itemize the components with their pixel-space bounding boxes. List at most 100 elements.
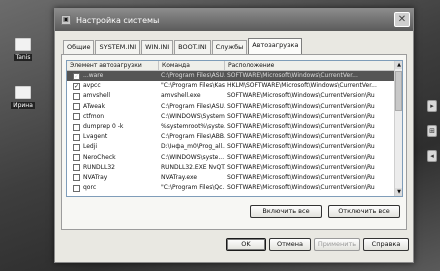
item-name: dumprep 0 -k bbox=[83, 123, 124, 131]
side-gadget-icon[interactable]: ⊞ bbox=[427, 125, 437, 137]
startup-checkbox[interactable]: ✓ bbox=[73, 72, 80, 80]
item-name-cell: NVATray bbox=[67, 173, 159, 183]
item-name: qorc bbox=[83, 184, 97, 192]
list-item[interactable]: Lvagent C:\Program Files\ABB... SOFTWARE\M… bbox=[67, 132, 402, 142]
list-item[interactable]: ATweak C:\Program Files\ASU... SOFTWARE\Mi… bbox=[67, 102, 402, 112]
side-gadget-icon[interactable]: ▸ bbox=[427, 100, 437, 112]
item-location: SOFTWARE\Microsoft\Windows\CurrentVersio… bbox=[227, 173, 375, 181]
item-location: SOFTWARE\Microsoft\Windows\CurrentVersio… bbox=[227, 143, 375, 151]
help-button[interactable]: Справка bbox=[363, 238, 409, 251]
startup-checkbox[interactable] bbox=[73, 164, 80, 172]
item-location: HKLM\SOFTWARE\Microsoft\Windows\CurrentV… bbox=[227, 82, 377, 90]
list-item[interactable]: NVATray NVATray.exe SOFTWARE\Microsoft\Win… bbox=[67, 173, 402, 183]
list-item[interactable]: RUNDLL32 RUNDLL32.EXE NvQT... SOFTWARE\Mic… bbox=[67, 163, 402, 173]
startup-checkbox[interactable] bbox=[73, 143, 80, 151]
item-location: SOFTWARE\Microsoft\Windows\CurrentVersio… bbox=[227, 123, 375, 131]
item-name: Ledji bbox=[83, 143, 98, 151]
tab-strip: Общие SYSTEM.INI WIN.INI BOOT.INI Службы… bbox=[63, 38, 303, 54]
tab-services[interactable]: Службы bbox=[211, 40, 248, 54]
tab-general[interactable]: Общие bbox=[63, 40, 95, 54]
item-name: ...ware bbox=[83, 72, 104, 80]
item-location: SOFTWARE\Microsoft\Windows\CurrentVersio… bbox=[227, 92, 375, 100]
startup-checkbox[interactable] bbox=[73, 154, 80, 162]
folder-icon bbox=[15, 86, 31, 99]
item-command: "C:\Program Files\Qc... bbox=[161, 184, 225, 192]
item-name: ATweak bbox=[83, 102, 106, 110]
window-title: Настройка системы bbox=[76, 15, 160, 25]
tab-system-ini[interactable]: SYSTEM.INI bbox=[95, 40, 141, 54]
list-item[interactable]: qorc "C:\Program Files\Qc... SOFTWARE\Micr… bbox=[67, 183, 402, 193]
tab-startup[interactable]: Автозагрузка bbox=[248, 38, 303, 54]
list-rows: ✓ ...ware C:\Program Files\ASU... SOFTWARE\… bbox=[67, 71, 402, 193]
item-name: Lvagent bbox=[83, 133, 108, 141]
item-command: "C:\Program Files\Kas... bbox=[161, 82, 225, 90]
enable-all-button[interactable]: Включить все bbox=[250, 205, 322, 218]
item-name-cell: ✓ avpcc bbox=[67, 81, 159, 91]
item-name: ctfmon bbox=[83, 112, 105, 120]
scroll-thumb[interactable] bbox=[395, 71, 402, 111]
item-name-cell: NeroCheck bbox=[67, 153, 159, 163]
disable-all-button[interactable]: Отключить все bbox=[328, 205, 400, 218]
tab-win-ini[interactable]: WIN.INI bbox=[141, 40, 174, 54]
item-name-cell: ATweak bbox=[67, 102, 159, 112]
item-command: C:\Program Files\ASU... bbox=[161, 102, 225, 110]
msconfig-icon: ▣ bbox=[61, 15, 71, 25]
item-command: %systemroot%\syste... bbox=[161, 123, 225, 131]
item-name-cell: qorc bbox=[67, 183, 159, 193]
item-name-cell: RUNDLL32 bbox=[67, 163, 159, 173]
scroll-down-icon[interactable]: ▼ bbox=[395, 188, 402, 196]
list-item[interactable]: ctfmon C:\WINDOWS\System... SOFTWARE\Micro… bbox=[67, 112, 402, 122]
item-location: SOFTWARE\Microsoft\Windows\CurrentVersio… bbox=[227, 112, 375, 120]
list-header: Элемент автозагрузки Команда Расположени… bbox=[67, 61, 402, 71]
startup-checkbox[interactable] bbox=[73, 133, 80, 141]
startup-checkbox[interactable]: ✓ bbox=[73, 82, 80, 90]
item-name-cell: Ledji bbox=[67, 142, 159, 152]
item-name-cell: Lvagent bbox=[67, 132, 159, 142]
ok-button[interactable]: OK bbox=[226, 238, 266, 251]
item-location: SOFTWARE\Microsoft\Windows\CurrentVersio… bbox=[227, 163, 375, 171]
scroll-up-icon[interactable]: ▲ bbox=[395, 61, 402, 69]
apply-button[interactable]: Применить bbox=[314, 238, 360, 251]
item-location: SOFTWARE\Microsoft\Windows\CurrentVersio… bbox=[227, 102, 375, 110]
list-item[interactable]: NeroCheck C:\WINDOWS\syste... SOFTWARE\Mic… bbox=[67, 153, 402, 163]
vertical-scrollbar[interactable]: ▲ ▼ bbox=[394, 61, 402, 196]
item-command: NVATray.exe bbox=[161, 173, 198, 181]
item-location: SOFTWARE\Microsoft\Windows\CurrentVersio… bbox=[227, 153, 375, 161]
list-item[interactable]: ✓ avpcc "C:\Program Files\Kas... HKLM\SOFTW… bbox=[67, 81, 402, 91]
item-command: amvshell.exe bbox=[161, 92, 201, 100]
list-item[interactable]: dumprep 0 -k %systemroot%\syste... SOFTWAR… bbox=[67, 122, 402, 132]
item-name: avpcc bbox=[83, 82, 101, 90]
system-configuration-window: ▣ Настройка системы ✕ Общие SYSTEM.INI W… bbox=[54, 8, 414, 263]
cancel-button[interactable]: Отмена bbox=[269, 238, 311, 251]
startup-checkbox[interactable] bbox=[73, 113, 80, 121]
folder-icon bbox=[15, 38, 31, 51]
column-header-command[interactable]: Команда bbox=[159, 61, 225, 70]
startup-list[interactable]: Элемент автозагрузки Команда Расположени… bbox=[66, 60, 403, 197]
desktop-icon-irina[interactable]: Ирина bbox=[8, 86, 38, 109]
item-command: C:\Program Files\ABB... bbox=[161, 133, 225, 141]
item-name: NVATray bbox=[83, 173, 108, 181]
startup-checkbox[interactable] bbox=[73, 123, 80, 131]
startup-checkbox[interactable] bbox=[73, 174, 80, 182]
desktop-icon-label: Tanis bbox=[13, 54, 33, 61]
startup-checkbox[interactable] bbox=[73, 103, 80, 111]
side-gadget-icon[interactable]: ◂ bbox=[427, 150, 437, 162]
desktop-icon-label: Ирина bbox=[11, 102, 35, 109]
startup-checkbox[interactable] bbox=[73, 92, 80, 100]
tab-boot-ini[interactable]: BOOT.INI bbox=[174, 40, 211, 54]
startup-checkbox[interactable] bbox=[73, 184, 80, 192]
list-item[interactable]: amvshell amvshell.exe SOFTWARE\Microsoft\W… bbox=[67, 91, 402, 101]
title-bar[interactable]: ▣ Настройка системы ✕ bbox=[55, 9, 413, 31]
list-item[interactable]: Ledji D:\Інфа_m0\Prog_all... SOFTWARE\Micr… bbox=[67, 142, 402, 152]
item-location: SOFTWARE\Microsoft\Windows\CurrentVer... bbox=[227, 72, 358, 80]
list-item[interactable]: ✓ ...ware C:\Program Files\ASU... SOFTWARE\… bbox=[67, 71, 402, 82]
item-name: RUNDLL32 bbox=[83, 163, 115, 171]
item-name-cell: dumprep 0 -k bbox=[67, 122, 159, 132]
startup-panel: Элемент автозагрузки Команда Расположени… bbox=[61, 54, 407, 230]
item-command: C:\WINDOWS\System... bbox=[161, 112, 225, 120]
item-name-cell: ctfmon bbox=[67, 112, 159, 122]
desktop-icon-tanis[interactable]: Tanis bbox=[8, 38, 38, 61]
column-header-item[interactable]: Элемент автозагрузки bbox=[67, 61, 159, 70]
close-button[interactable]: ✕ bbox=[394, 12, 410, 27]
column-header-location[interactable]: Расположение bbox=[225, 61, 396, 70]
